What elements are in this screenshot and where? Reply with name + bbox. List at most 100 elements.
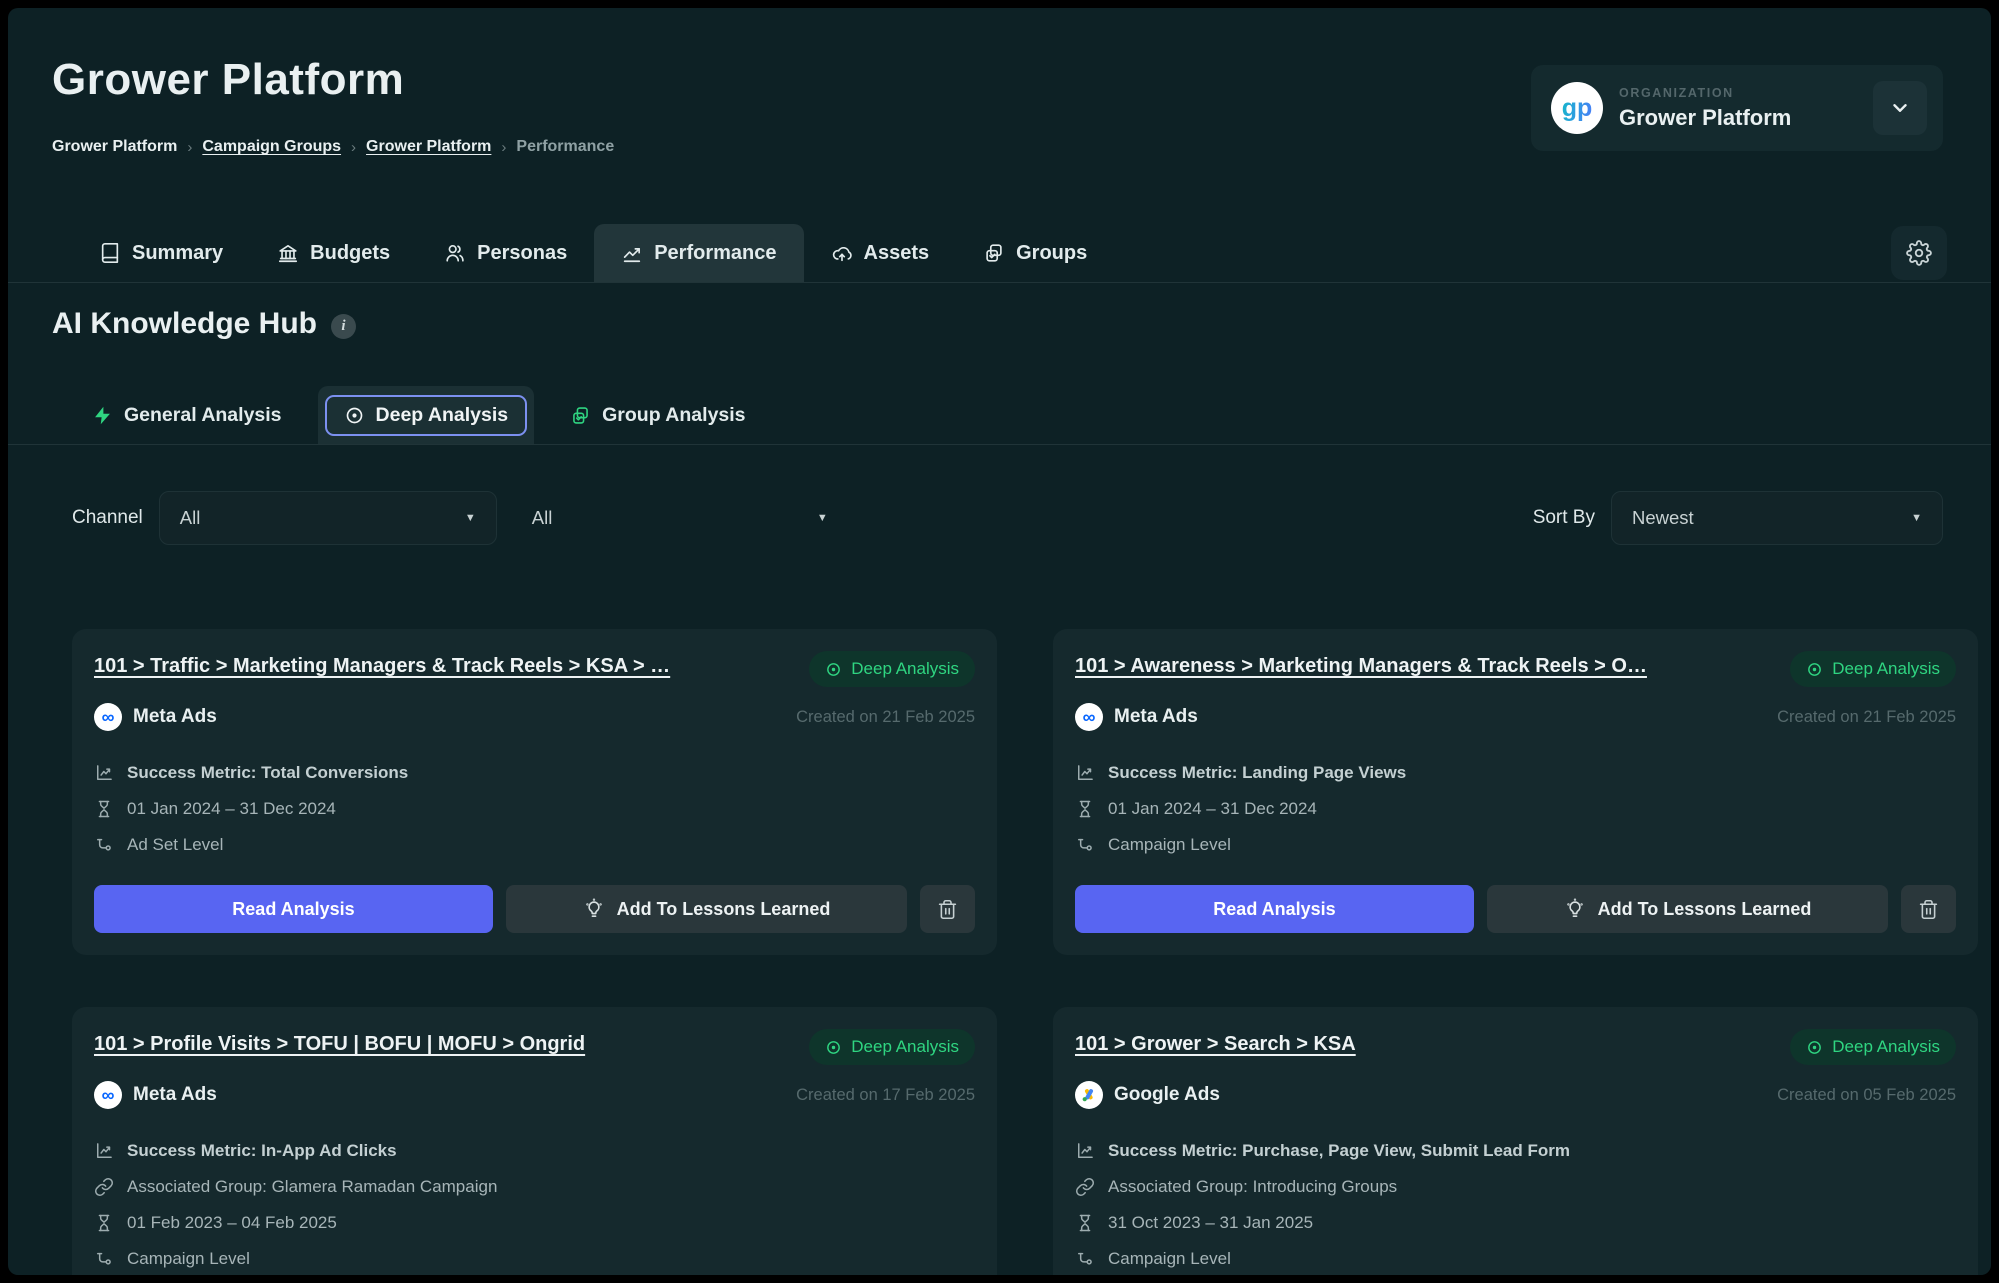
target-icon — [825, 1039, 842, 1056]
main-tab-bar: Summary Budgets Personas Performance Ass… — [8, 224, 1991, 283]
breadcrumb-item-current: Performance — [516, 138, 614, 156]
success-metric-icon — [94, 763, 114, 783]
subtab-deep-analysis[interactable]: Deep Analysis — [318, 386, 535, 444]
badge-label: Deep Analysis — [1832, 659, 1940, 679]
cards-grid: 101 > Traffic > Marketing Managers & Tra… — [72, 629, 1963, 1275]
deep-analysis-badge: Deep Analysis — [1790, 651, 1956, 687]
subtab-focus-ring: Deep Analysis — [325, 395, 528, 436]
metric-text: Campaign Level — [127, 1249, 250, 1269]
level-icon — [1075, 835, 1095, 855]
subtab-general-analysis[interactable]: General Analysis — [72, 386, 302, 444]
delete-button[interactable] — [1901, 885, 1956, 933]
created-on-label: Created on 05 Feb 2025 — [1777, 1086, 1956, 1105]
breadcrumb-item-campaign-groups[interactable]: Campaign Groups — [202, 138, 341, 156]
organization-switcher-button[interactable] — [1873, 81, 1927, 135]
channel-row: Google Ads Created on 05 Feb 2025 — [1075, 1081, 1956, 1109]
add-to-lessons-label: Add To Lessons Learned — [1598, 899, 1812, 920]
add-to-lessons-button[interactable]: Add To Lessons Learned — [506, 885, 907, 933]
add-to-lessons-label: Add To Lessons Learned — [617, 899, 831, 920]
created-on-label: Created on 21 Feb 2025 — [1777, 708, 1956, 727]
channel-name: Google Ads — [1114, 1084, 1220, 1106]
organization-card[interactable]: gp ORGANIZATION Grower Platform — [1531, 65, 1943, 151]
lightbulb-icon — [583, 898, 605, 920]
tab-label: Groups — [1016, 242, 1087, 265]
channel-filter-value: All — [180, 507, 201, 529]
card-title-link[interactable]: 101 > Traffic > Marketing Managers & Tra… — [94, 651, 793, 678]
read-analysis-button[interactable]: Read Analysis — [1075, 885, 1474, 933]
deep-analysis-badge: Deep Analysis — [809, 1029, 975, 1065]
dropdown-arrow-icon: ▼ — [1911, 512, 1922, 524]
subtab-group-analysis[interactable]: Group Analysis — [550, 386, 765, 444]
google-ads-logo-icon — [1080, 1086, 1098, 1104]
badge-label: Deep Analysis — [851, 659, 959, 679]
lightbulb-icon — [1564, 898, 1586, 920]
tab-budgets[interactable]: Budgets — [250, 224, 417, 282]
card-title-link[interactable]: 101 > Profile Visits > TOFU | BOFU | MOF… — [94, 1029, 793, 1056]
breadcrumb-item-grower-platform[interactable]: Grower Platform — [366, 138, 491, 156]
metric-text: Campaign Level — [1108, 1249, 1231, 1269]
section-header: AI Knowledge Hub i — [8, 283, 1991, 340]
section-title: AI Knowledge Hub — [52, 308, 317, 340]
tab-groups[interactable]: Groups — [956, 224, 1114, 282]
channel-row: ∞ Meta Ads Created on 21 Feb 2025 — [1075, 703, 1956, 731]
tab-label: Performance — [654, 242, 776, 265]
badge-label: Deep Analysis — [1832, 1037, 1940, 1057]
organization-logo: gp — [1551, 82, 1603, 134]
delete-button[interactable] — [920, 885, 975, 933]
metric-row-metric: Success Metric: Purchase, Page View, Sub… — [1075, 1141, 1956, 1161]
settings-button[interactable] — [1891, 226, 1947, 280]
analysis-card: 101 > Awareness > Marketing Managers & T… — [1053, 629, 1978, 955]
tab-personas[interactable]: Personas — [417, 224, 594, 282]
info-icon[interactable]: i — [331, 314, 356, 339]
people-icon — [444, 242, 466, 264]
card-header: 101 > Profile Visits > TOFU | BOFU | MOF… — [94, 1029, 975, 1065]
channel-name: Meta Ads — [1114, 706, 1198, 728]
breadcrumb-separator: › — [187, 139, 192, 156]
breadcrumb-item-root: Grower Platform — [52, 138, 177, 156]
grower-platform-app: Grower Platform Grower Platform › Campai… — [8, 8, 1991, 1275]
metrics-list: Success Metric: In-App Ad Clicks Associa… — [94, 1141, 975, 1269]
breadcrumb-separator: › — [501, 139, 506, 156]
target-icon — [1806, 1039, 1823, 1056]
tab-performance[interactable]: Performance — [594, 224, 803, 282]
tab-label: Budgets — [310, 242, 390, 265]
metrics-list: Success Metric: Total Conversions 01 Jan… — [94, 763, 975, 855]
target-icon — [344, 405, 365, 426]
channel-filter-label: Channel — [72, 507, 143, 529]
subtab-label: Group Analysis — [602, 404, 745, 427]
deep-analysis-badge: Deep Analysis — [809, 651, 975, 687]
metrics-list: Success Metric: Purchase, Page View, Sub… — [1075, 1141, 1956, 1269]
organization-text: ORGANIZATION Grower Platform — [1619, 86, 1791, 131]
metric-text: Success Metric: Total Conversions — [127, 763, 408, 783]
metric-text: Success Metric: In-App Ad Clicks — [127, 1141, 397, 1161]
metric-text: 31 Oct 2023 – 31 Jan 2025 — [1108, 1213, 1313, 1233]
card-title-link[interactable]: 101 > Awareness > Marketing Managers & T… — [1075, 651, 1774, 678]
target-icon — [825, 661, 842, 678]
metric-row-hourglass: 01 Jan 2024 – 31 Dec 2024 — [94, 799, 975, 819]
tab-summary[interactable]: Summary — [72, 224, 250, 282]
card-title-link[interactable]: 101 > Grower > Search > KSA — [1075, 1029, 1774, 1056]
type-filter-select[interactable]: All ▼ — [511, 491, 849, 545]
metric-row-metric: Success Metric: In-App Ad Clicks — [94, 1141, 975, 1161]
metric-row-level: Campaign Level — [1075, 1249, 1956, 1269]
success-metric-icon — [1075, 1141, 1095, 1161]
trash-icon — [1918, 899, 1939, 920]
read-analysis-button[interactable]: Read Analysis — [94, 885, 493, 933]
sort-by-select[interactable]: Newest ▼ — [1611, 491, 1943, 545]
add-to-lessons-button[interactable]: Add To Lessons Learned — [1487, 885, 1888, 933]
metric-row-link: Associated Group: Introducing Groups — [1075, 1177, 1956, 1197]
type-filter-value: All — [532, 507, 553, 529]
meta-ads-logo-icon: ∞ — [102, 708, 115, 726]
success-metric-icon — [1075, 763, 1095, 783]
meta-ads-logo-icon: ∞ — [102, 1086, 115, 1104]
tab-assets[interactable]: Assets — [804, 224, 957, 282]
trash-icon — [937, 899, 958, 920]
metric-text: Associated Group: Glamera Ramadan Campai… — [127, 1177, 497, 1197]
channel-filter-select[interactable]: All ▼ — [159, 491, 497, 545]
dropdown-arrow-icon: ▼ — [465, 512, 476, 524]
metric-row-hourglass: 31 Oct 2023 – 31 Jan 2025 — [1075, 1213, 1956, 1233]
dropdown-arrow-icon: ▼ — [817, 512, 828, 524]
subtab-label: Deep Analysis — [376, 404, 509, 427]
metric-text: 01 Feb 2023 – 04 Feb 2025 — [127, 1213, 337, 1233]
metric-text: Success Metric: Purchase, Page View, Sub… — [1108, 1141, 1570, 1161]
